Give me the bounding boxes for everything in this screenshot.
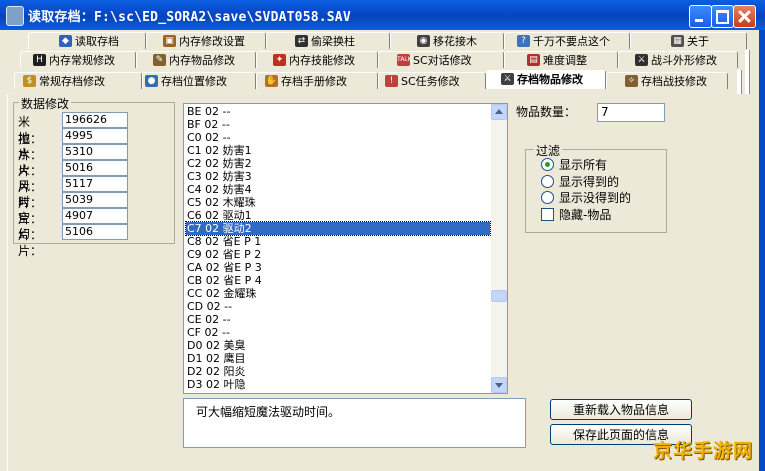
tab-memory-skills[interactable]: ✦ 内存技能修改 xyxy=(256,51,378,68)
space-sepith-input[interactable]: 4907 xyxy=(62,208,128,224)
tab-sc-dialog[interactable]: TALK SC对话修改 xyxy=(378,51,504,68)
item-listbox[interactable]: BE 02 -- BF 02 -- C0 02 -- C1 02 妨害1 C2 … xyxy=(183,103,508,394)
filter-obtained-label[interactable]: 显示得到的 xyxy=(559,173,619,190)
hand-icon: ✋ xyxy=(265,75,278,87)
app-icon[interactable] xyxy=(6,6,24,26)
filter-group: 过滤 显示所有 显示得到的 显示没得到的 隐藏-物品 xyxy=(525,142,667,233)
close-button[interactable] xyxy=(733,5,756,28)
mirage-sepith-input[interactable]: 5106 xyxy=(62,224,128,240)
list-item-selected[interactable]: C7 02 驱动2 xyxy=(185,221,491,236)
list-item[interactable]: C6 02 驱动1 xyxy=(186,209,490,222)
list-item[interactable]: C5 02 木耀珠 xyxy=(186,196,490,209)
tab-save-battle-skills[interactable]: ✧ 存档战技修改 xyxy=(606,72,728,89)
quest-icon: ! xyxy=(385,75,398,87)
box-icon: ▣ xyxy=(163,35,176,47)
tab-save-position[interactable]: ● 存档位置修改 xyxy=(142,72,256,89)
tab-memory-general[interactable]: H 内存常规修改 xyxy=(20,51,136,68)
chart-icon: ▤ xyxy=(527,54,540,66)
list-item[interactable]: C3 02 妨害3 xyxy=(186,170,490,183)
minimize-button[interactable] xyxy=(689,5,712,28)
time-sepith-input[interactable]: 5039 xyxy=(62,192,128,208)
tab-memory-items[interactable]: ✎ 内存物品修改 xyxy=(136,51,256,68)
list-item[interactable]: C0 02 -- xyxy=(186,131,490,144)
fire-sepith-input[interactable]: 5016 xyxy=(62,160,128,176)
data-panel: 数据修改 米拉： 196626 地片： 4995 水片： 5310 火片： 50… xyxy=(13,95,175,258)
scroll-down-button[interactable] xyxy=(491,377,507,393)
data-panel-title: 数据修改 xyxy=(19,95,72,112)
list-item[interactable]: CF 02 -- xyxy=(186,326,490,339)
list-item[interactable]: CA 02 省E P 3 xyxy=(186,261,490,274)
tab-swap[interactable]: ⇄ 偷梁换柱 xyxy=(266,32,390,49)
battle-icon: ✧ xyxy=(625,75,638,87)
list-item[interactable]: D1 02 鹰目 xyxy=(186,352,490,365)
pen-icon: ✎ xyxy=(153,54,166,66)
list-item[interactable]: C1 02 妨害1 xyxy=(186,144,490,157)
tab-save-handbook[interactable]: ✋ 存档手册修改 xyxy=(256,72,378,89)
list-item[interactable]: C9 02 省E P 2 xyxy=(186,248,490,261)
tab-sc-quest[interactable]: ! SC任务修改 xyxy=(378,72,486,89)
tab-save-items[interactable]: ⚔ 存档物品修改 xyxy=(486,70,606,89)
list-item[interactable]: D0 02 美臭 xyxy=(186,339,490,352)
quantity-input[interactable]: 7 xyxy=(597,103,665,122)
quantity-label: 物品数量： xyxy=(516,105,577,119)
window-title: 读取存档：F:\sc\ED_SORA2\save\SVDAT058.SAV xyxy=(28,10,351,25)
swap-icon: ⇄ xyxy=(295,35,308,47)
earth-sepith-input[interactable]: 4995 xyxy=(62,128,128,144)
main-window: 读取存档：F:\sc\ED_SORA2\save\SVDAT058.SAV ◆ … xyxy=(0,0,765,471)
sword-icon: ⚔ xyxy=(501,73,514,85)
filter-not-obtained-label[interactable]: 显示没得到的 xyxy=(559,189,631,206)
filter-not-obtained-radio[interactable] xyxy=(541,191,554,204)
tab-battle-appearance[interactable]: ⚔ 战斗外形修改 xyxy=(618,51,738,68)
title-bar: 读取存档：F:\sc\ED_SORA2\save\SVDAT058.SAV xyxy=(0,0,765,30)
hp-icon: H xyxy=(33,54,46,66)
list-item[interactable]: D3 02 叶隐 xyxy=(186,378,490,391)
record-icon: ◉ xyxy=(417,35,430,47)
question-icon: ? xyxy=(517,35,530,47)
scroll-thumb[interactable] xyxy=(491,290,507,302)
list-item[interactable]: C4 02 妨害4 xyxy=(186,183,490,196)
filter-show-all-label[interactable]: 显示所有 xyxy=(559,156,607,173)
tab-transfer[interactable]: ◉ 移花接木 xyxy=(390,32,504,49)
list-item[interactable]: C2 02 妨害2 xyxy=(186,157,490,170)
list-item[interactable]: BE 02 -- xyxy=(186,105,490,118)
window-border xyxy=(759,30,765,471)
filter-title: 过滤 xyxy=(534,142,563,159)
hide-empty-label[interactable]: 隐藏-物品 xyxy=(559,206,611,223)
tab-save-general[interactable]: $ 常规存档修改 xyxy=(14,72,142,89)
hide-empty-checkbox[interactable] xyxy=(541,208,554,221)
skill-icon: ✦ xyxy=(273,54,286,66)
tab-memory-settings[interactable]: ▣ 内存修改设置 xyxy=(146,32,266,49)
list-item[interactable]: CC 02 金耀珠 xyxy=(186,287,490,300)
list-item[interactable]: CD 02 -- xyxy=(186,300,490,313)
tab-dont-click[interactable]: ? 千万不要点这个 xyxy=(504,32,630,49)
wind-sepith-input[interactable]: 5117 xyxy=(62,176,128,192)
talk-icon: TALK xyxy=(397,54,412,66)
filter-show-all-radio[interactable] xyxy=(541,158,554,171)
item-description: 可大幅缩短魔法驱动时间。 xyxy=(183,398,526,448)
list-scrollbar[interactable] xyxy=(491,104,507,393)
money-icon: $ xyxy=(23,75,36,87)
tab-difficulty[interactable]: ▤ 难度调整 xyxy=(504,51,618,68)
list-item[interactable]: D2 02 阳炎 xyxy=(186,365,490,378)
description-text: 可大幅缩短魔法驱动时间。 xyxy=(196,405,341,419)
list-item[interactable]: C8 02 省E P 1 xyxy=(186,235,490,248)
maximize-button[interactable] xyxy=(711,5,734,28)
mira-input[interactable]: 196626 xyxy=(62,112,128,128)
tab-about[interactable]: ▦ 关于 xyxy=(630,32,747,49)
list-item[interactable]: BF 02 -- xyxy=(186,118,490,131)
disc-icon: ● xyxy=(145,75,158,87)
watermark-logo: 京华手游网 xyxy=(653,440,754,462)
list-item[interactable]: CB 02 省E P 4 xyxy=(186,274,490,287)
tab-read-save[interactable]: ◆ 读取存档 xyxy=(28,32,146,49)
scroll-up-button[interactable] xyxy=(491,104,507,120)
reload-items-button[interactable]: 重新载入物品信息 xyxy=(550,399,692,420)
water-sepith-input[interactable]: 5310 xyxy=(62,144,128,160)
filter-obtained-radio[interactable] xyxy=(541,175,554,188)
chip-icon: ▦ xyxy=(671,35,684,47)
arrow-up-icon xyxy=(495,109,503,114)
arrow-down-icon xyxy=(495,383,503,388)
fighter-icon: ⚔ xyxy=(635,54,648,66)
list-item[interactable]: CE 02 -- xyxy=(186,313,490,326)
diamond-icon: ◆ xyxy=(59,35,72,47)
